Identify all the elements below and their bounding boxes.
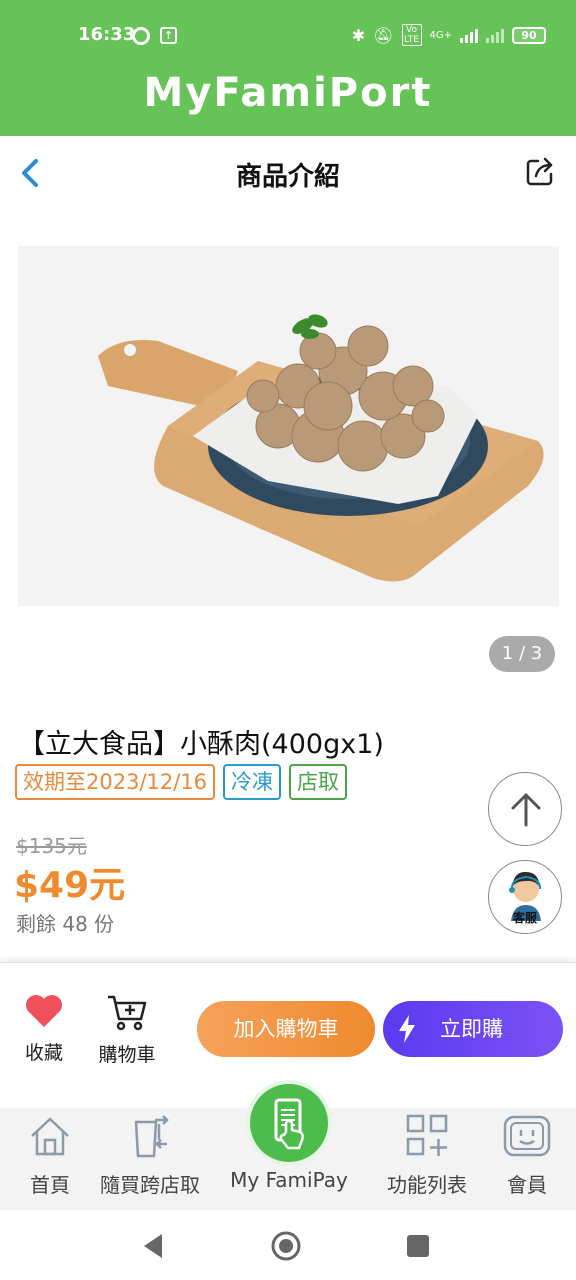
cart-button[interactable]: 購物車 xyxy=(92,993,162,1067)
nav-member[interactable]: 會員 xyxy=(494,1114,560,1198)
pickup-tag: 店取 xyxy=(289,764,348,800)
mute-icon: 🔕︎ xyxy=(373,25,394,45)
status-time: 16:33 xyxy=(78,24,136,45)
product-name: 【立大食品】小酥肉(400gx1) xyxy=(18,729,384,760)
frozen-tag: 冷凍 xyxy=(223,764,282,800)
grid-plus-icon xyxy=(406,1114,448,1156)
nav-home-label: 首頁 xyxy=(30,1173,70,1197)
nav-cross-store[interactable]: 隨買跨店取 xyxy=(98,1114,202,1198)
record-icon xyxy=(132,27,150,45)
arrow-up-icon xyxy=(511,793,541,827)
home-circle-icon[interactable] xyxy=(270,1230,302,1262)
bluetooth-icon: ✱ xyxy=(351,25,366,45)
phone-tap-icon xyxy=(274,1098,304,1150)
status-icons: ✱ 🔕︎ Vo LTE 4G+ 90 xyxy=(352,24,546,46)
page-header: 商品介紹 xyxy=(0,136,576,210)
cart-label: 購物車 xyxy=(98,1044,156,1066)
signal-icon-2 xyxy=(486,27,504,43)
nav-functions-label: 功能列表 xyxy=(387,1173,467,1197)
signal-icon xyxy=(460,27,478,43)
nav-cross-store-label: 隨買跨店取 xyxy=(100,1173,200,1197)
remaining-stock: 剩餘 48 份 xyxy=(16,912,115,936)
nav-member-label: 會員 xyxy=(507,1173,547,1197)
famipay-label: My FamiPay xyxy=(230,1168,348,1192)
share-icon[interactable] xyxy=(524,156,556,188)
favorite-button[interactable]: 收藏 xyxy=(14,993,74,1065)
expiry-tag: 效期至2023/12/16 xyxy=(15,764,216,800)
sale-price: $49元 xyxy=(14,865,126,906)
member-face-icon xyxy=(503,1115,551,1157)
product-photo xyxy=(18,246,559,606)
product-tags: 效期至2023/12/16 冷凍 店取 xyxy=(15,764,348,800)
image-counter: 1 / 3 xyxy=(489,636,555,672)
nav-home[interactable]: 首頁 xyxy=(20,1114,80,1198)
lightning-icon xyxy=(399,1015,415,1043)
app-top-bar: 16:33 ↑ ✱ 🔕︎ Vo LTE 4G+ 90 MyFamiPort xyxy=(0,0,576,136)
volte-badge: Vo LTE xyxy=(401,24,422,46)
heart-icon xyxy=(26,995,62,1027)
buy-now-label: 立即購 xyxy=(440,1017,503,1041)
cart-icon xyxy=(108,995,147,1031)
product-image[interactable] xyxy=(18,246,559,606)
page-title: 商品介紹 xyxy=(235,162,340,192)
battery-icon: 90 xyxy=(512,26,546,44)
famipay-button[interactable] xyxy=(250,1084,328,1162)
back-triangle-icon[interactable] xyxy=(138,1230,170,1262)
customer-service-button[interactable]: 客服 xyxy=(488,860,562,934)
home-icon xyxy=(31,1117,69,1156)
original-price: $135元 xyxy=(16,834,87,858)
add-to-cart-button[interactable]: 加入購物車 xyxy=(197,1001,375,1057)
brand-logo: MyFamiPort xyxy=(143,70,433,116)
nav-functions[interactable]: 功能列表 xyxy=(378,1114,476,1198)
system-nav-bar xyxy=(0,1210,576,1280)
customer-service-label: 客服 xyxy=(512,911,537,925)
scroll-to-top-button[interactable] xyxy=(488,772,562,846)
status-bar: 16:33 ↑ ✱ 🔕︎ Vo LTE 4G+ 90 xyxy=(0,0,576,70)
recents-square-icon[interactable] xyxy=(402,1230,434,1262)
buy-now-button[interactable]: 立即購 xyxy=(383,1001,563,1057)
favorite-label: 收藏 xyxy=(24,1042,63,1064)
upload-icon: ↑ xyxy=(160,27,177,44)
network-type: 4G+ xyxy=(429,29,453,41)
cup-exchange-icon xyxy=(134,1115,169,1158)
